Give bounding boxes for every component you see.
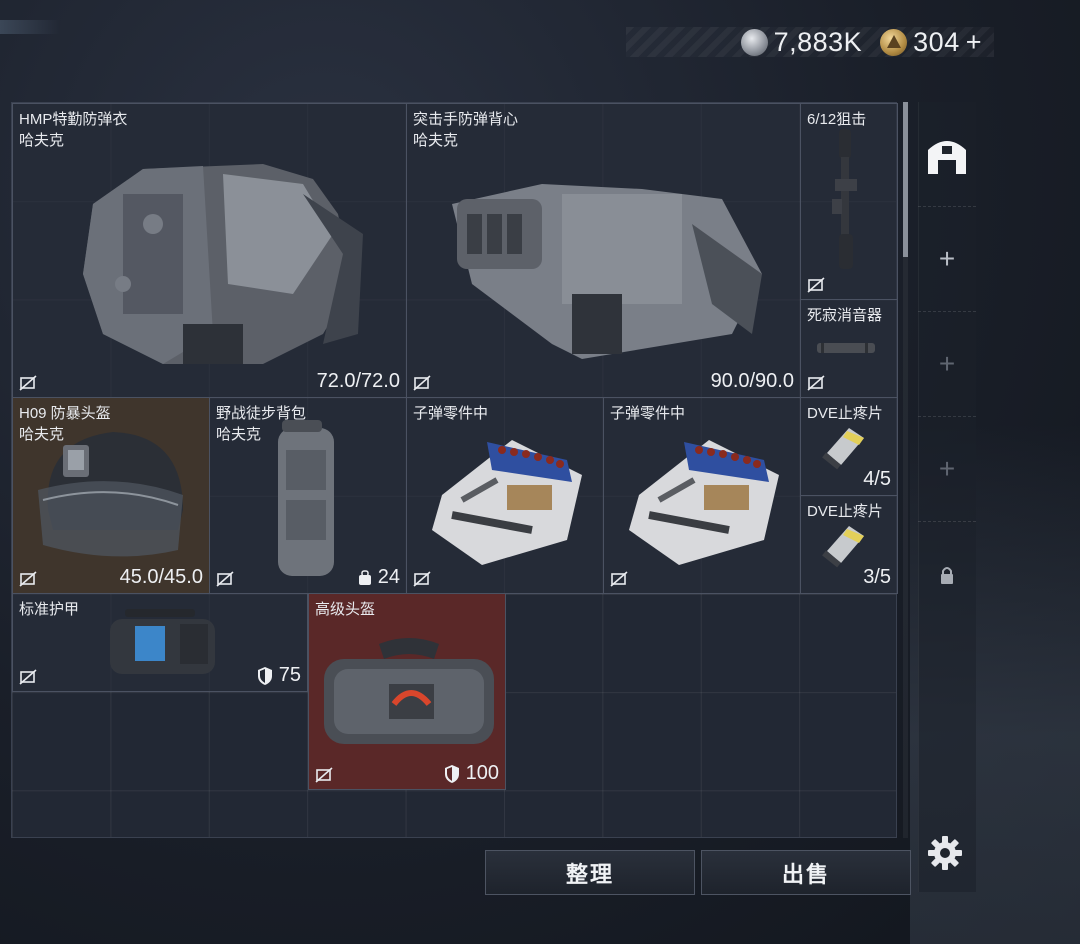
shield-icon [444,764,459,783]
safehouse-icon [928,141,966,174]
inventory-item-hmp-vest[interactable]: HMP特勤防弹衣 哈夫克 72.0/72.0 [12,103,407,398]
inventory-item-advanced-helmet[interactable]: 高级头盔 100 [308,593,506,790]
backpack-image [278,420,334,576]
item-uses: 3/5 [863,566,891,588]
gold-coin-icon [880,28,908,56]
item-name: 标准护甲 [19,601,80,618]
shield-icon [257,666,272,685]
unmarked-icon [19,571,37,587]
inventory-item-ammo-parts[interactable]: 子弹零件中 [406,397,604,594]
item-name: 野战徒步背包 [216,405,307,422]
item-capacity: 24 [357,566,400,589]
silver-amount: 7,883K [773,26,863,57]
armor-value: 100 [465,762,499,784]
item-brand: 哈夫克 [19,132,65,149]
inventory-item-painkiller[interactable]: DVE止疼片 4/5 [800,397,898,496]
armor-value: 75 [278,664,301,686]
inventory-item-scope[interactable]: 6/12狙击 [800,103,898,300]
add-slot-icon: + [938,243,956,274]
lock-icon [941,566,953,584]
currency-bar: 7,883K 304 + [626,27,994,57]
item-brand: 哈夫克 [19,426,65,443]
helmet-bag-image [324,638,494,744]
item-name: 突击手防弹背心 [413,111,519,128]
inventory-item-painkiller[interactable]: DVE止疼片 3/5 [800,495,898,594]
armor-vest-image [452,184,762,359]
item-durability: 45.0/45.0 [119,566,203,588]
add-gold-icon[interactable]: + [966,27,982,58]
slot-add-3[interactable]: + [918,417,976,522]
gear-icon[interactable] [926,834,964,872]
scope-image [832,129,857,269]
ammo-case-image [629,440,779,565]
item-uses: 4/5 [863,468,891,490]
unmarked-icon [19,669,37,685]
add-slot-icon: + [938,453,956,484]
unmarked-icon [807,375,825,391]
unmarked-icon [413,571,431,587]
background-light-streak [0,20,60,34]
inventory-item-standard-armor[interactable]: 标准护甲 75 [12,593,308,692]
armor-vest-image [83,164,363,364]
sell-button[interactable]: 出售 [701,850,911,895]
pill-bottle-image [822,526,864,568]
slot-add-1[interactable]: + [918,207,976,312]
slot-locked[interactable] [918,522,976,627]
item-name: HMP特勤防弹衣 [19,111,128,128]
inventory-item-suppressor[interactable]: 死寂消音器 [800,299,898,398]
item-armor-level: 75 [256,664,301,687]
item-name: 高级头盔 [315,601,376,618]
item-brand: 哈夫克 [413,132,459,149]
item-durability: 72.0/72.0 [316,370,400,392]
item-name: H09 防暴头盔 [19,405,111,422]
item-brand: 哈夫克 [216,426,262,443]
silver-currency: 7,883K [740,26,863,58]
slot-safehouse[interactable] [918,102,976,207]
inventory-item-riot-helmet[interactable]: H09 防暴头盔 哈夫克 45.0/45.0 [12,397,210,594]
scrollbar-thumb[interactable] [903,102,908,257]
item-name: 6/12狙击 [807,111,867,128]
inventory-item-assault-vest[interactable]: 突击手防弹背心 哈夫克 90.0/90.0 [406,103,801,398]
gold-currency[interactable]: 304 + [880,27,982,58]
inventory-item-ammo-parts[interactable]: 子弹零件中 [603,397,801,594]
unmarked-icon [216,571,234,587]
backpack-capacity-icon [358,569,371,585]
unmarked-icon [807,277,825,293]
item-name: DVE止疼片 [807,503,883,520]
organize-button[interactable]: 整理 [485,850,695,895]
ammo-case-image [432,440,582,565]
unmarked-icon [315,767,333,783]
item-name: 子弹零件中 [413,405,489,422]
unmarked-icon [610,571,628,587]
unmarked-icon [19,375,37,391]
capacity-value: 24 [377,566,400,588]
inventory-item-backpack[interactable]: 野战徒步背包 哈夫克 24 [209,397,407,594]
add-slot-icon: + [938,348,956,379]
pill-bottle-image [822,428,864,470]
gold-amount: 304 [913,26,960,57]
item-durability: 90.0/90.0 [710,370,794,392]
suppressor-image [817,343,875,353]
item-name: DVE止疼片 [807,405,883,422]
inventory-grid[interactable]: HMP特勤防弹衣 哈夫克 72.0/72.0 突击手防弹背心 哈夫克 90.0/… [11,102,898,838]
item-name: 死寂消音器 [807,307,883,324]
unmarked-icon [413,375,431,391]
item-armor-level: 100 [443,762,499,785]
item-name: 子弹零件中 [610,405,686,422]
silver-coin-icon [740,28,768,56]
armor-bag-image [110,609,215,674]
slot-add-2[interactable]: + [918,312,976,417]
